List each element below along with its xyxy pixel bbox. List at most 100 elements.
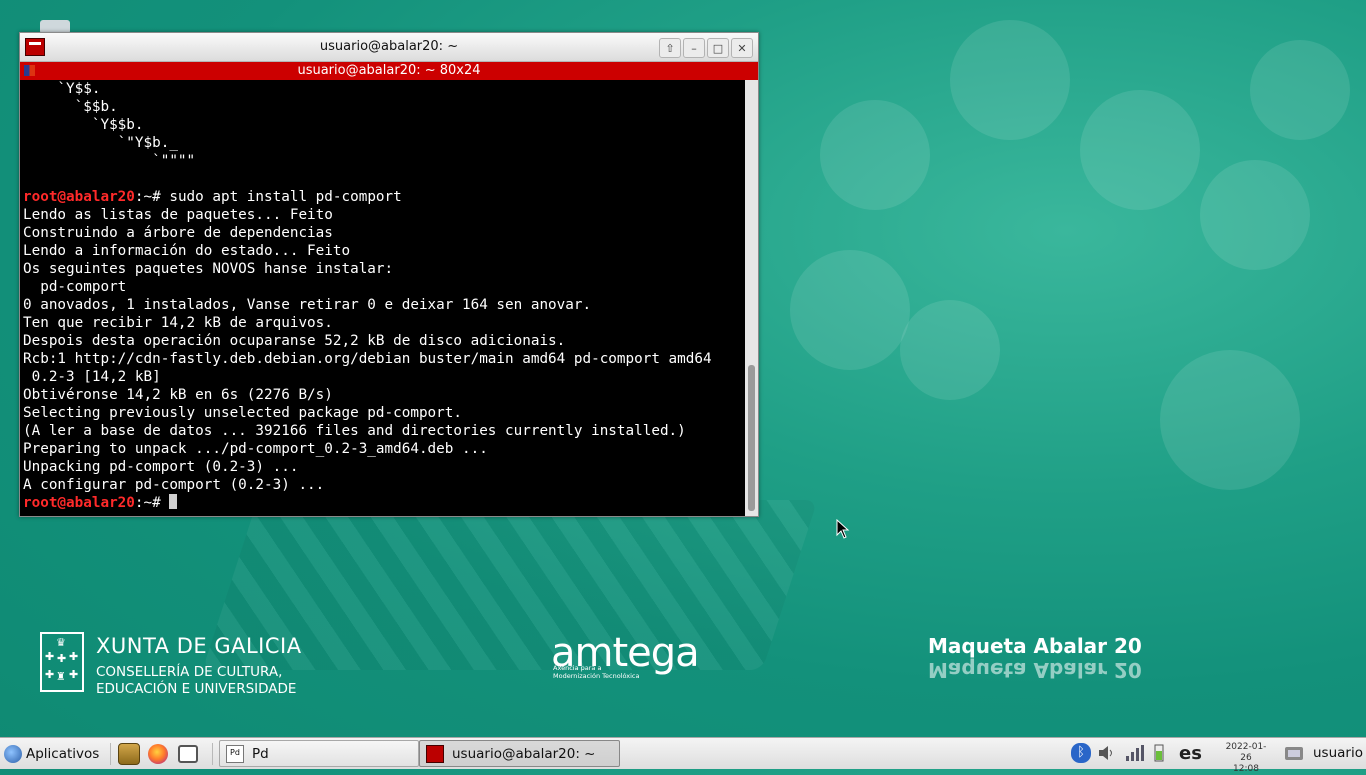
xunta-line2: EDUCACIÓN E UNIVERSIDADE	[96, 681, 297, 697]
terminal-line: 0.2-3 [14,2 kB]	[23, 368, 747, 386]
terminal-line: Rcb:1 http://cdn-fastly.deb.debian.org/d…	[23, 350, 747, 368]
terminal-scrollbar[interactable]	[745, 80, 758, 516]
output-text: Os seguintes paquetes NOVOS hanse instal…	[23, 261, 394, 277]
terminal-line: `Y$$.	[23, 80, 747, 98]
maximize-button[interactable]: □	[707, 38, 729, 58]
terminal-line: A configurar pd-comport (0.2-3) ...	[23, 476, 747, 494]
scrollbar-thumb[interactable]	[748, 365, 755, 511]
window-titlebar[interactable]: usuario@abalar20: ~ ⇧ – □ ✕	[20, 33, 758, 62]
prompt-suffix: :~#	[134, 189, 170, 205]
output-text: Lendo as listas de paquetes... Feito	[23, 207, 333, 223]
output-text: 0.2-3 [14,2 kB]	[23, 369, 161, 385]
mouse-pointer-icon	[836, 519, 850, 539]
chat-bubble-icon	[178, 744, 198, 763]
xunta-shield-icon: ♛ ✚ ✚ ✚ ✚ ✚ ♜	[40, 632, 84, 692]
terminal-line: Despois desta operación ocuparanse 52,2 …	[23, 332, 747, 350]
background-bubble	[790, 250, 910, 370]
applications-icon	[4, 744, 22, 763]
output-text: 0 anovados, 1 instalados, Vanse retirar …	[23, 297, 592, 313]
output-text: Obtivéronse 14,2 kB en 6s (2276 B/s)	[23, 387, 333, 403]
minimize-button[interactable]: –	[683, 38, 705, 58]
terminal-output[interactable]: `Y$$. `$$b. `Y$$b. `"Y$b._ `"""" root@aba…	[20, 80, 747, 516]
background-bubble	[1250, 40, 1350, 140]
output-text: Construindo a árbore de dependencias	[23, 225, 333, 241]
amtega-sub1: Axencia para a	[553, 664, 602, 672]
background-bubble	[820, 100, 930, 210]
output-text: `"Y$b._	[23, 135, 178, 151]
user-icon[interactable]	[1284, 743, 1304, 763]
chat-launcher[interactable]	[178, 738, 198, 769]
terminal-line: `"Y$b._	[23, 134, 747, 152]
terminal-tab[interactable]: usuario@abalar20: ~ 80x24	[20, 62, 758, 80]
background-bubble	[1080, 90, 1200, 210]
output-text: Selecting previously unselected package …	[23, 405, 462, 421]
maqueta-title: Maqueta Abalar 20	[928, 634, 1142, 658]
close-button[interactable]: ✕	[731, 38, 753, 58]
output-text: pd-comport	[23, 279, 127, 295]
terminal-line: Ten que recibir 14,2 kB de arquivos.	[23, 314, 747, 332]
task-button-pd[interactable]: Pd Pd	[219, 740, 419, 767]
xunta-title: XUNTA DE GALICIA	[96, 634, 302, 658]
command-text: sudo apt install pd-comport	[169, 189, 402, 205]
background-bubble	[1160, 350, 1300, 490]
close-icon: ✕	[737, 41, 747, 55]
terminal-line: root@abalar20:~#	[23, 494, 747, 512]
clock-date: 2022-01-26	[1225, 742, 1267, 763]
output-text: Unpacking pd-comport (0.2-3) ...	[23, 459, 299, 475]
background-bubble	[1200, 160, 1310, 270]
output-text: Lendo a información do estado... Feito	[23, 243, 351, 259]
applications-label: Aplicativos	[26, 745, 100, 762]
shell-prompt: root@abalar20	[23, 495, 135, 511]
terminal-window[interactable]: usuario@abalar20: ~ ⇧ – □ ✕ usuario@abal…	[19, 32, 759, 517]
background-bubble	[900, 300, 1000, 400]
task-button-terminal[interactable]: usuario@abalar20: ~	[419, 740, 620, 767]
output-text: Despois desta operación ocuparanse 52,2 …	[23, 333, 566, 349]
output-text: Ten que recibir 14,2 kB de arquivos.	[23, 315, 333, 331]
terminal-line: Preparing to unpack .../pd-comport_0.2-3…	[23, 440, 747, 458]
clock-time: 12:08	[1233, 764, 1259, 774]
clock[interactable]: 2022-01-26 12:08	[1222, 742, 1270, 775]
terminal-line: Os seguintes paquetes NOVOS hanse instal…	[23, 260, 747, 278]
battery-icon[interactable]	[1150, 743, 1170, 763]
maqueta-reflection: Maqueta Abalar 20	[928, 658, 1142, 682]
minimize-icon: –	[691, 41, 697, 55]
file-manager-launcher[interactable]	[118, 738, 140, 769]
output-text: `Y$$b.	[23, 117, 144, 133]
output-text: `""""	[23, 153, 196, 169]
terminal-line: Lendo a información do estado... Feito	[23, 242, 747, 260]
network-signal-icon[interactable]	[1124, 743, 1144, 763]
terminal-line: root@abalar20:~# sudo apt install pd-com…	[23, 188, 747, 206]
maximize-icon: □	[712, 41, 724, 55]
output-text: Preparing to unpack .../pd-comport_0.2-3…	[23, 441, 488, 457]
terminal-line: pd-comport	[23, 278, 747, 296]
amtega-logo: amtega Axencia para a Modernización Tecn…	[551, 630, 700, 680]
terminal-cursor	[169, 494, 178, 509]
taskbar-separator	[212, 743, 213, 765]
terminal-line: 0 anovados, 1 instalados, Vanse retirar …	[23, 296, 747, 314]
file-manager-icon	[118, 742, 140, 765]
task-label-pd: Pd	[252, 745, 269, 762]
applications-menu-button[interactable]: Aplicativos	[4, 738, 99, 769]
firefox-launcher[interactable]	[148, 738, 168, 769]
xunta-line1: CONSELLERÍA DE CULTURA,	[96, 664, 283, 680]
firefox-icon	[148, 743, 168, 764]
pd-icon: Pd	[226, 744, 244, 763]
taskbar-separator	[110, 743, 111, 765]
output-text: A configurar pd-comport (0.2-3) ...	[23, 477, 325, 493]
shade-up-button[interactable]: ⇧	[659, 38, 681, 58]
task-label-terminal: usuario@abalar20: ~	[452, 745, 596, 762]
bluetooth-icon[interactable]: ᛒ	[1071, 743, 1091, 763]
keyboard-layout-indicator[interactable]: es	[1179, 743, 1202, 764]
user-name[interactable]: usuario	[1313, 745, 1363, 761]
terminal-line: Obtivéronse 14,2 kB en 6s (2276 B/s)	[23, 386, 747, 404]
output-text: `$$b.	[23, 99, 118, 115]
background-bubble	[950, 20, 1070, 140]
terminal-line: Lendo as listas de paquetes... Feito	[23, 206, 747, 224]
terminal-line: `""""	[23, 152, 747, 170]
amtega-sub2: Modernización Tecnolóxica	[553, 672, 640, 680]
volume-icon[interactable]	[1097, 743, 1117, 763]
terminal-line: (A ler a base de datos ... 392166 files …	[23, 422, 747, 440]
window-title: usuario@abalar20: ~	[319, 39, 459, 54]
terminal-line: Unpacking pd-comport (0.2-3) ...	[23, 458, 747, 476]
